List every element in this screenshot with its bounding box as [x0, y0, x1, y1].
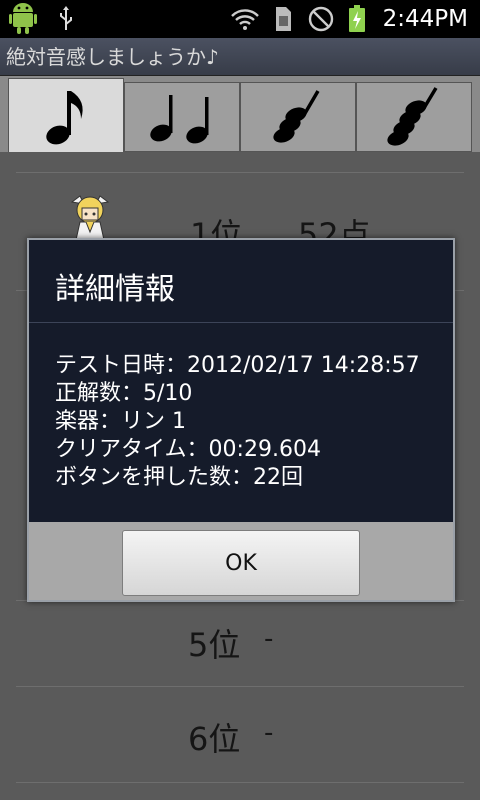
- app-title-bar: 絶対音感しましょうか♪: [0, 38, 480, 76]
- tab-three-notes[interactable]: [240, 82, 356, 152]
- battery-charging-icon: [344, 0, 370, 38]
- dialog-title: 詳細情報: [55, 272, 175, 307]
- tab-four-notes[interactable]: [356, 82, 472, 152]
- instrument-line: 楽器：リン 1: [55, 409, 186, 434]
- details-dialog: 詳細情報 テスト日時：2012/02/17 14:28:57 正解数：5/10 …: [27, 238, 455, 602]
- dialog-divider: [29, 322, 453, 323]
- test-datetime-line: テスト日時：2012/02/17 14:28:57: [55, 353, 420, 378]
- single-eighth-note-icon: [46, 90, 83, 144]
- rank-label: 5位: [188, 626, 241, 664]
- two-quarter-notes-icon: [150, 95, 209, 144]
- android-icon: [6, 0, 40, 38]
- list-divider: [16, 686, 464, 687]
- wifi-icon: [228, 0, 262, 38]
- list-divider: [16, 782, 464, 783]
- app-title: 絶対音感しましょうか♪: [6, 45, 219, 69]
- status-bar: 2:44PM: [0, 0, 480, 38]
- button-press-count-line: ボタンを押した数：22回: [55, 465, 303, 490]
- status-time: 2:44PM: [382, 6, 468, 32]
- clear-time-line: クリアタイム：00:29.604: [55, 437, 321, 462]
- list-divider: [16, 172, 464, 173]
- four-note-chord-icon: [387, 87, 438, 146]
- tab-single-note[interactable]: [8, 78, 124, 152]
- three-note-chord-icon: [273, 90, 320, 143]
- usb-icon: [54, 0, 78, 38]
- correct-count-line: 正解数：5/10: [55, 381, 193, 406]
- tab-two-notes[interactable]: [124, 82, 240, 152]
- dialog-button-bar: OK: [29, 522, 453, 600]
- score-value: -: [264, 624, 274, 654]
- tab-bar: [0, 76, 480, 152]
- dialog-message: テスト日時：2012/02/17 14:28:57 正解数：5/10 楽器：リン…: [55, 352, 420, 492]
- ok-button[interactable]: OK: [122, 530, 360, 596]
- rank-label: 6位: [188, 720, 241, 758]
- sim-icon: [270, 0, 296, 38]
- score-value: -: [264, 718, 274, 748]
- no-signal-icon: [306, 0, 336, 38]
